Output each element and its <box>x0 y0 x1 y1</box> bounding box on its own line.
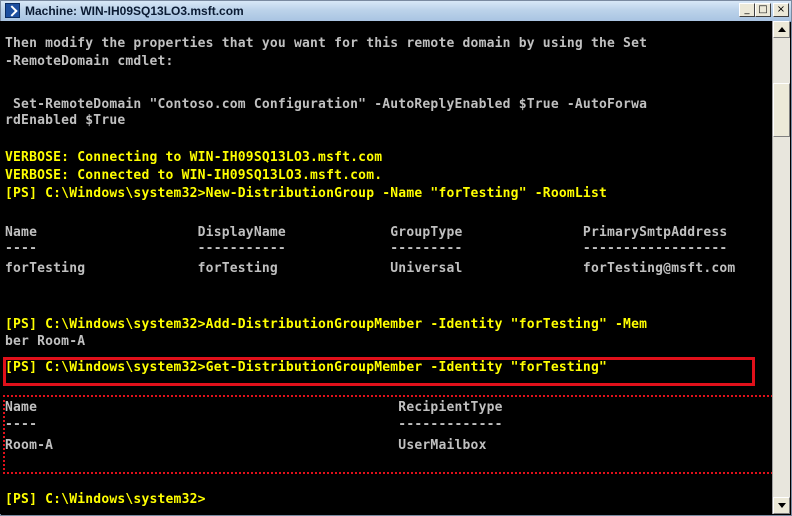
scroll-down-button[interactable] <box>773 497 790 514</box>
title-bar[interactable]: Machine: WIN-IH09SQ13LO3.msft.com _ □ × <box>1 1 791 22</box>
powershell-icon <box>5 3 20 18</box>
command-highlight-box <box>3 357 755 386</box>
minimize-button[interactable]: _ <box>739 3 755 17</box>
scroll-thumb[interactable] <box>773 83 790 137</box>
console-line: Then modify the properties that you want… <box>5 36 648 51</box>
scroll-up-button[interactable] <box>773 21 790 38</box>
console-line: -RemoteDomain cmdlet: <box>5 54 174 69</box>
output-highlight-box <box>3 395 789 474</box>
close-button[interactable]: × <box>773 3 789 17</box>
maximize-button[interactable]: □ <box>755 3 771 17</box>
table-header: Name DisplayName GroupType PrimarySmtpAd… <box>5 225 728 240</box>
arrow-down-icon <box>778 503 786 508</box>
verbose-line: VERBOSE: Connecting to WIN-IH09SQ13LO3.m… <box>5 150 383 165</box>
prompt-line: [PS] C:\Windows\system32> <box>5 492 206 507</box>
table-separator: ---- ----------- --------- -------------… <box>5 241 728 256</box>
console-line: ber Room-A <box>5 334 86 349</box>
vertical-scrollbar[interactable] <box>772 21 790 514</box>
prompt-line: [PS] C:\Windows\system32>Add-Distributio… <box>5 317 648 332</box>
prompt-line: [PS] C:\Windows\system32>New-Distributio… <box>5 186 607 201</box>
console-line: Set-RemoteDomain "Contoso.com Configurat… <box>5 97 648 112</box>
verbose-line: VERBOSE: Connected to WIN-IH09SQ13LO3.ms… <box>5 168 383 183</box>
arrow-up-icon <box>778 27 786 32</box>
window-title: Machine: WIN-IH09SQ13LO3.msft.com <box>25 4 244 18</box>
table-row: forTesting forTesting Universal forTesti… <box>5 261 736 276</box>
console-line: rdEnabled $True <box>5 113 126 128</box>
